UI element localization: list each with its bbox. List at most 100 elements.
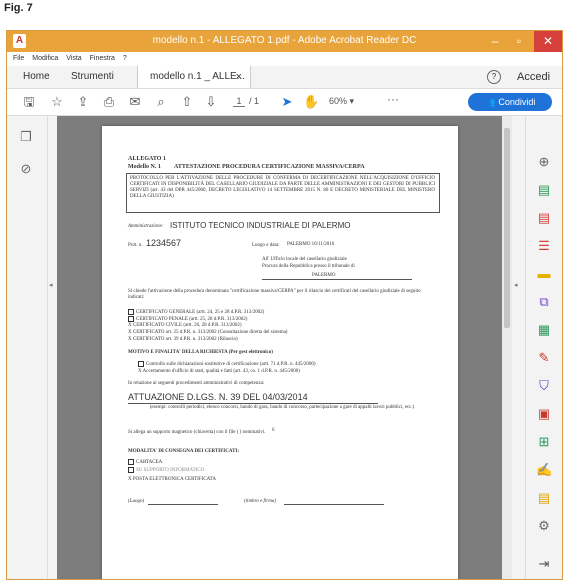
doc-option-text: CERTIFICATO art. 25 d.P.R. n. 313/2002 (…: [132, 330, 288, 335]
menu-bar: File Modifica Vista Finestra ?: [7, 52, 562, 66]
page-up-icon[interactable]: ⇧: [179, 94, 195, 110]
doc-allega: Si allega un supporto magnetico (chiavet…: [128, 430, 266, 435]
checkbox: [128, 459, 134, 465]
vertical-scrollbar[interactable]: [502, 116, 512, 579]
doc-prot-label: Prot. n.: [128, 243, 143, 248]
doc-sign-timbro-line: [284, 504, 384, 505]
doc-date-label: Luogo e data:: [252, 243, 280, 248]
menu-edit[interactable]: Modifica: [32, 52, 58, 66]
doc-option-text: CERTIFICATO GENERALE (artt. 24, 25 e 28 …: [136, 310, 265, 316]
print-icon[interactable]: ⎙: [101, 94, 117, 110]
toolbar: 🖫 ☆ ⇪ ⎙ ✉ ⌕ ⇧ ⇩ 1 / 1 ➤ ✋ 60% ▾ ··· 👥 Co…: [7, 89, 562, 116]
zoom-value: 60%: [329, 96, 348, 106]
tab-document[interactable]: modello n.1 _ ALLE... ×: [137, 66, 251, 88]
help-icon[interactable]: ?: [487, 70, 501, 84]
doc-option-mark: X: [128, 323, 132, 328]
bookmark-star-icon[interactable]: ☆: [49, 94, 65, 110]
close-button[interactable]: ✕: [534, 31, 562, 52]
doc-motivo-mark: X: [138, 369, 142, 374]
combine-files-icon[interactable]: ⧉: [536, 294, 552, 310]
redact-icon[interactable]: ▣: [536, 406, 552, 422]
more-tools-button[interactable]: ···: [387, 92, 399, 106]
checkbox: [138, 361, 144, 367]
doc-consegna-mark: X: [128, 477, 132, 482]
maximize-button[interactable]: ▫: [508, 31, 530, 52]
collapse-right-icon[interactable]: ◂: [514, 281, 518, 289]
doc-request: Si chiede l'attivazione della procedura …: [128, 289, 421, 300]
doc-amm-label: Amministrazione:: [128, 224, 164, 229]
protect-icon[interactable]: ⛉: [536, 378, 552, 394]
document-viewer[interactable]: ALLEGATO 1 Modello N. 1 ATTESTAZIONE PRO…: [57, 116, 512, 579]
doc-consegna-text: POSTA ELETTRONICA CERTIFICATA: [132, 477, 216, 482]
export-pdf-icon[interactable]: ▤: [536, 182, 552, 198]
print-production-icon[interactable]: ⊞: [536, 434, 552, 450]
doc-modello: Modello N. 1: [128, 164, 161, 170]
share-label: Condividi: [498, 97, 536, 107]
page-down-icon[interactable]: ⇩: [203, 94, 219, 110]
edit-pdf-icon[interactable]: ☰: [536, 238, 552, 254]
doc-relazione: In relazione ai seguenti procedimenti am…: [128, 381, 265, 386]
doc-consegna-text: SU SUPPORTO INFORMATICO: [136, 468, 205, 474]
collapse-left-icon[interactable]: ◂: [49, 281, 53, 289]
tab-bar: Home Strumenti modello n.1 _ ALLE... × ?…: [7, 66, 562, 89]
doc-intro-box: PROTOCOLLO PER L'ATTIVAZIONE DELLE PROCE…: [126, 173, 440, 213]
doc-option-mark: X: [128, 337, 132, 342]
organize-pages-icon[interactable]: ▦: [536, 322, 552, 338]
zoom-tool-icon[interactable]: ⊕: [536, 154, 552, 170]
figure-label: Fig. 7: [4, 2, 33, 14]
signin-link[interactable]: Accedi: [517, 66, 550, 88]
send-for-signature-icon[interactable]: ✍: [536, 462, 552, 478]
page-thumbnails-icon[interactable]: ❐: [19, 130, 33, 144]
send-for-review-icon[interactable]: ▤: [536, 490, 552, 506]
doc-consegna-row: SU SUPPORTO INFORMATICO: [128, 467, 204, 474]
share-button[interactable]: 👥 Condividi: [468, 93, 552, 111]
doc-to-underline: [262, 279, 412, 280]
menu-help[interactable]: ?: [123, 52, 127, 66]
doc-motivo-row: X Accertamento d'ufficio di stati, quali…: [138, 369, 300, 375]
doc-attuazione-note: (esempi: controlli periodici, elenco con…: [149, 405, 415, 410]
doc-to-line2: Procura della Repubblica presso il tribu…: [262, 264, 355, 269]
tab-document-label: modello n.1 _ ALLE...: [150, 71, 246, 82]
acrobat-window: A modello n.1 - ALLEGATO 1.pdf - Adobe A…: [6, 30, 563, 580]
menu-view[interactable]: Vista: [66, 52, 81, 66]
doc-modalita-title: MODALITA' DI CONSEGNA DEI CERTIFICATI:: [128, 449, 240, 454]
pdf-page: ALLEGATO 1 Modello N. 1 ATTESTAZIONE PRO…: [102, 126, 458, 579]
tab-home[interactable]: Home: [11, 66, 62, 88]
menu-file[interactable]: File: [13, 52, 24, 66]
email-icon[interactable]: ✉: [127, 94, 143, 110]
upload-icon[interactable]: ⇪: [75, 94, 91, 110]
collapse-panel-icon[interactable]: ⇥: [536, 556, 552, 572]
window-title: modello n.1 - ALLEGATO 1.pdf - Adobe Acr…: [152, 35, 417, 46]
doc-option-text: CERTIFICATO art. 39 d.P.R. n. 313/2002 (…: [132, 337, 238, 342]
tab-tools[interactable]: Strumenti: [59, 66, 126, 88]
doc-option-row: X CERTIFICATO art. 25 d.P.R. n. 313/2002…: [128, 330, 287, 336]
doc-sign-timbro: (timbro e firma): [244, 499, 277, 504]
menu-window[interactable]: Finestra: [90, 52, 115, 66]
minimize-button[interactable]: –: [484, 31, 506, 52]
fill-sign-icon[interactable]: ✎: [536, 350, 552, 366]
doc-amm-value: ISTITUTO TECNICO INDUSTRIALE DI PALERMO: [170, 221, 351, 230]
doc-date-value: PALERMO 10/11/2016: [287, 242, 335, 247]
hand-tool-icon[interactable]: ✋: [303, 94, 319, 110]
doc-box-text: PROTOCOLLO PER L'ATTIVAZIONE DELLE PROCE…: [130, 176, 435, 199]
scrollbar-thumb[interactable]: [504, 128, 510, 328]
doc-option-row: X CERTIFICATO CIVILE (artt. 26, 28 d.P.R…: [128, 323, 242, 329]
zoom-search-icon[interactable]: ⌕: [153, 94, 169, 110]
save-icon[interactable]: 🖫: [21, 94, 37, 110]
doc-consegna-row: CARTACEA: [128, 459, 162, 466]
create-pdf-icon[interactable]: ▤: [536, 210, 552, 226]
page-number-input[interactable]: 1: [233, 96, 245, 107]
checkbox: [128, 316, 134, 322]
tab-close-icon[interactable]: ×: [236, 66, 242, 88]
comment-icon[interactable]: ▬: [536, 266, 552, 282]
doc-motivo-text: Accertamento d'ufficio di stati, qualità…: [142, 369, 300, 374]
doc-consegna-text: CARTACEA: [136, 460, 163, 466]
more-tools-icon[interactable]: ⚙: [536, 518, 552, 534]
zoom-select[interactable]: 60% ▾: [329, 96, 354, 107]
doc-option-row: X CERTIFICATO art. 39 d.P.R. n. 313/2002…: [128, 337, 238, 343]
checkbox: [128, 309, 134, 315]
doc-allega-count: 6: [272, 428, 275, 433]
attachments-icon[interactable]: ⊘: [19, 162, 33, 176]
page-total: / 1: [249, 96, 260, 106]
select-cursor-icon[interactable]: ➤: [279, 94, 295, 110]
